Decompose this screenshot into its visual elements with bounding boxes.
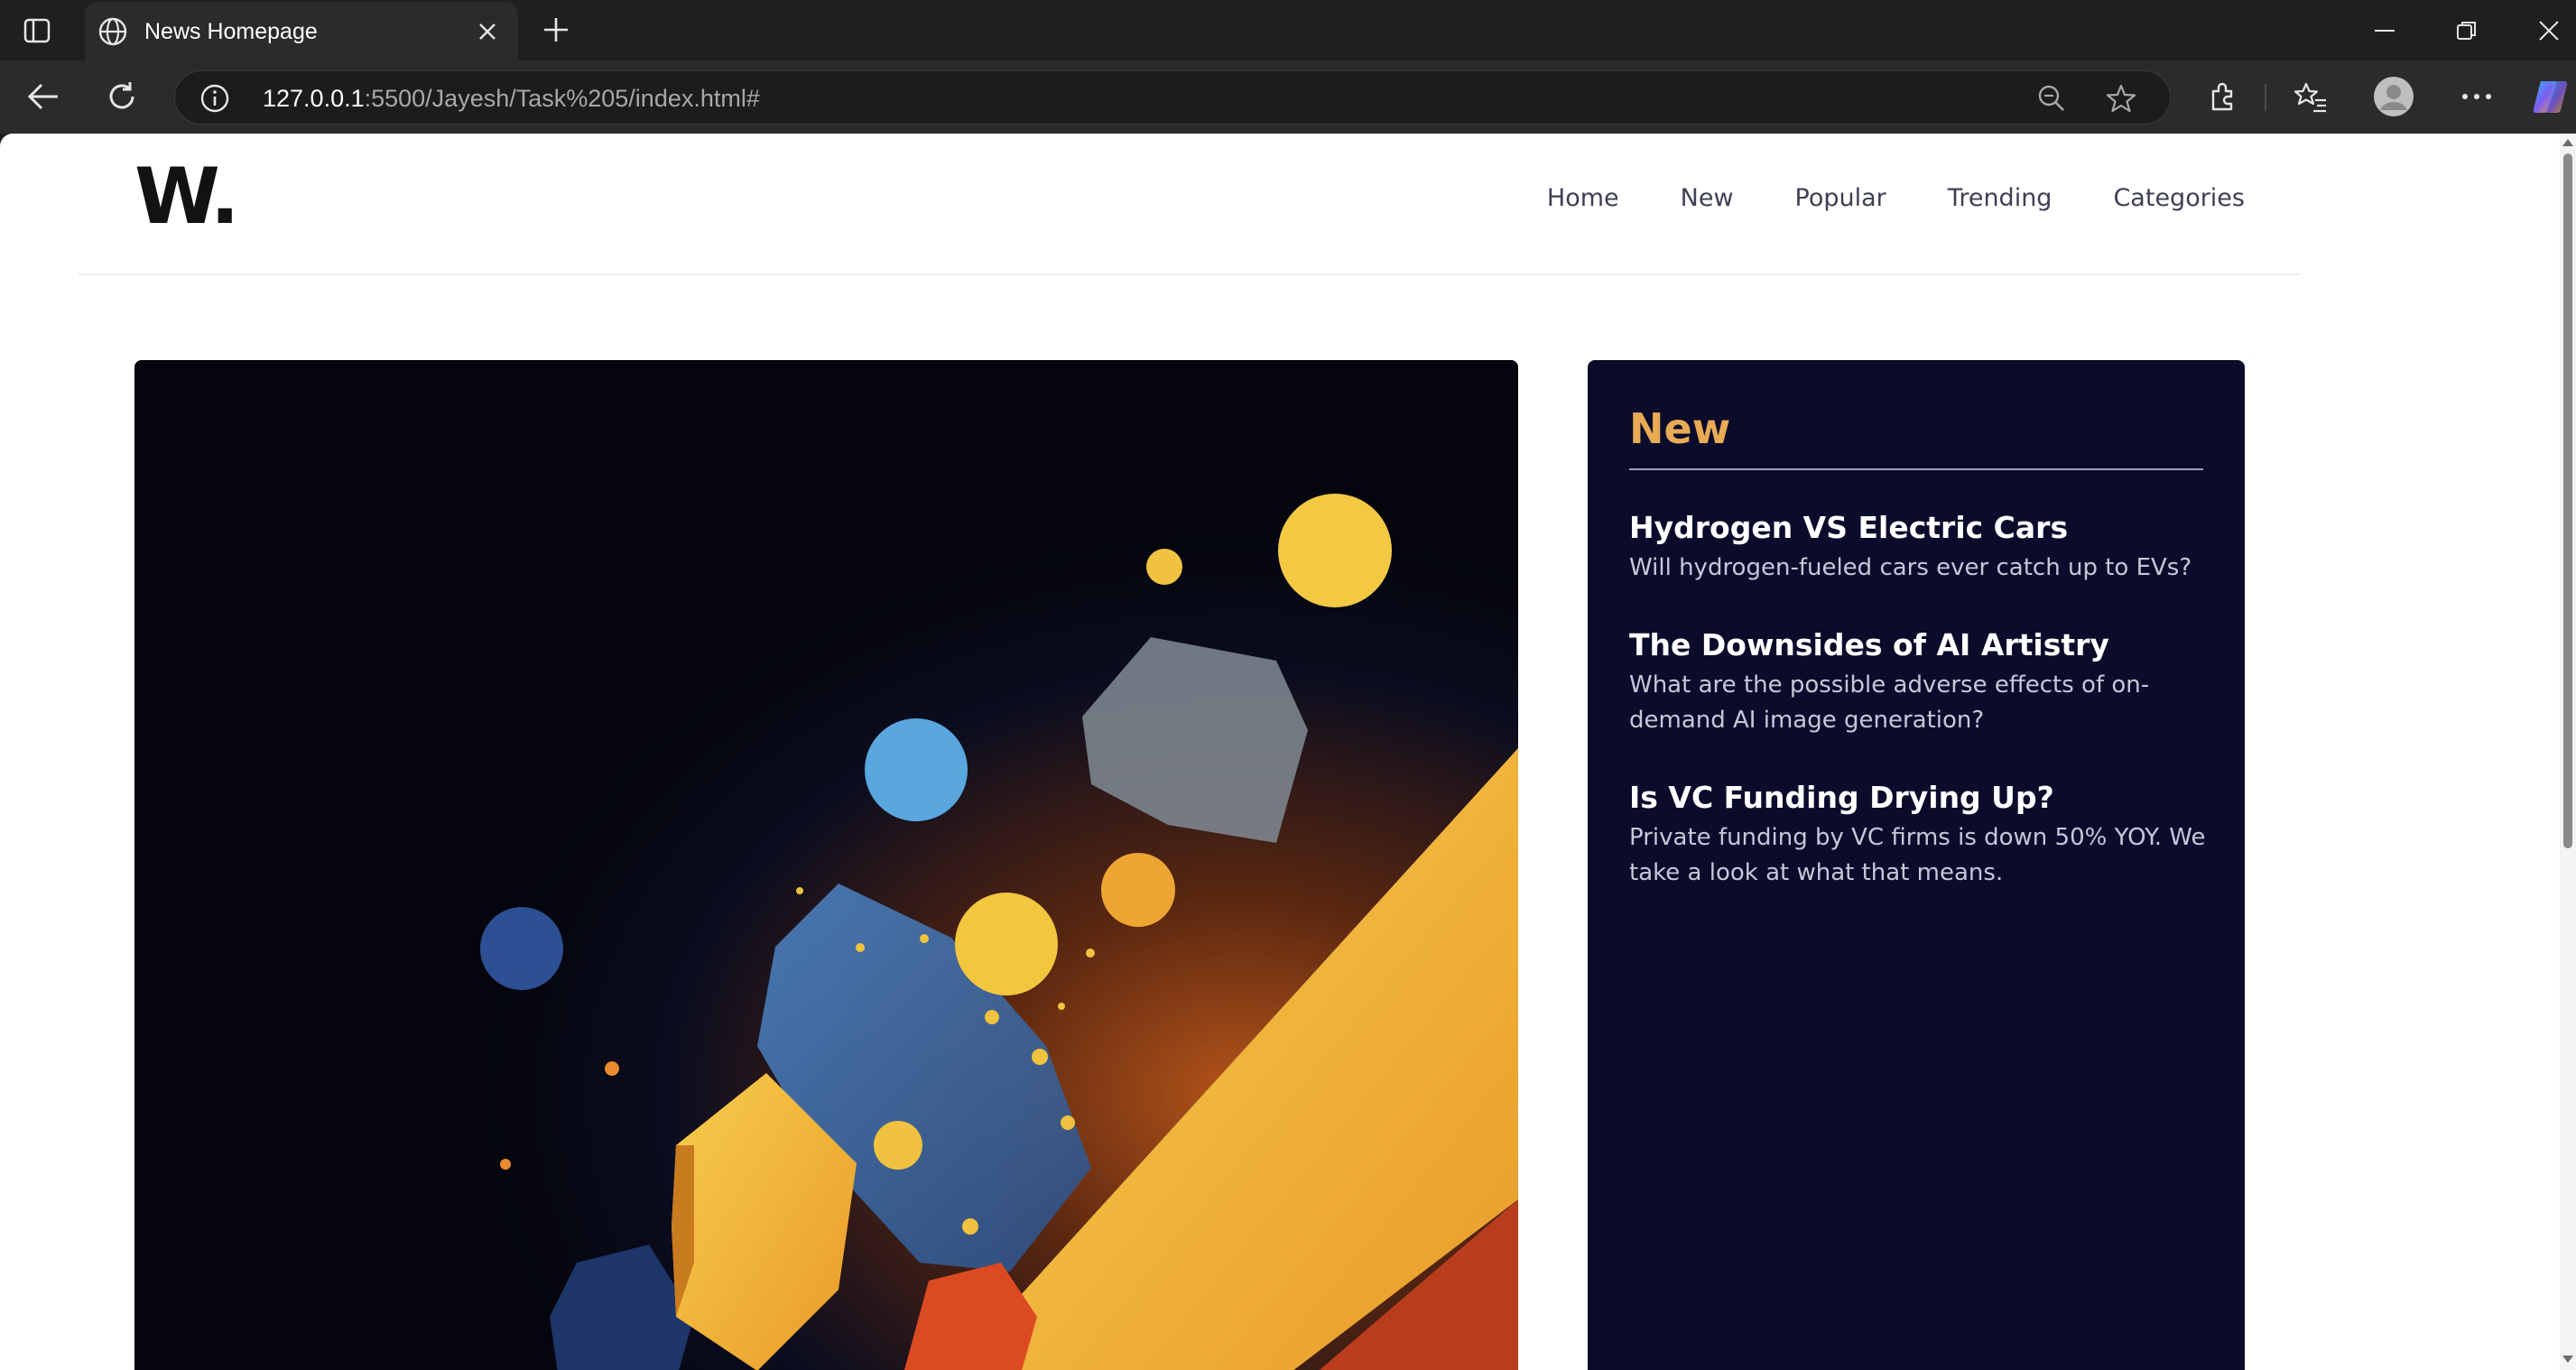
new-article-title[interactable]: Is VC Funding Drying Up? (1629, 780, 2207, 816)
reload-icon[interactable] (97, 71, 147, 122)
page-viewport: W. Home New Popular Trending Categories (0, 134, 2576, 1370)
new-article-description: Private funding by VC firms is down 50% … (1629, 824, 2206, 886)
nav-categories[interactable]: Categories (2113, 184, 2245, 212)
profile-avatar-icon[interactable] (2368, 71, 2419, 122)
new-article-item[interactable]: Hydrogen VS Electric Cars Will hydrogen-… (1629, 510, 2207, 586)
site-info-icon[interactable] (199, 82, 231, 115)
extensions-icon[interactable] (2197, 71, 2247, 122)
nav-home[interactable]: Home (1547, 184, 1619, 212)
nav-popular[interactable]: Popular (1795, 184, 1886, 212)
scroll-up-arrow-icon[interactable] (2562, 139, 2573, 146)
nav-trending[interactable]: Trending (1948, 184, 2052, 212)
tab-title: News Homepage (144, 19, 318, 44)
new-article-description: Will hydrogen-fueled cars ever catch up … (1629, 554, 2192, 581)
new-tab-plus-icon[interactable] (538, 14, 574, 46)
browser-tab-active[interactable]: News Homepage (85, 2, 518, 60)
main-nav: Home New Popular Trending Categories (1486, 184, 2245, 212)
scrollbar-thumb[interactable] (2563, 153, 2572, 848)
new-panel-divider (1629, 468, 2203, 470)
new-article-item[interactable]: The Downsides of AI Artistry What are th… (1629, 627, 2207, 738)
toolbar-divider (2265, 84, 2266, 111)
back-arrow-icon[interactable] (18, 71, 69, 122)
address-bar[interactable]: 127.0.0.1:5500/Jayesh/Task%205/index.htm… (174, 70, 2171, 125)
new-article-item[interactable]: Is VC Funding Drying Up? Private funding… (1629, 780, 2207, 891)
url-host: 127.0.0.1 (263, 85, 365, 112)
nav-new[interactable]: New (1681, 184, 1734, 212)
hero-image (134, 360, 1518, 1370)
favorites-icon[interactable] (2285, 71, 2336, 122)
restore-icon[interactable] (2440, 11, 2494, 51)
new-article-title[interactable]: Hydrogen VS Electric Cars (1629, 510, 2207, 546)
address-url[interactable]: 127.0.0.1:5500/Jayesh/Task%205/index.htm… (263, 85, 760, 113)
browser-toolbar: 127.0.0.1:5500/Jayesh/Task%205/index.htm… (0, 60, 2576, 134)
url-path: :5500/Jayesh/Task%205/index.html# (364, 85, 760, 112)
close-window-icon[interactable] (2522, 11, 2576, 51)
close-tab-icon[interactable] (473, 17, 502, 46)
browser-tab-strip: News Homepage (0, 0, 2576, 60)
globe-icon (94, 15, 132, 48)
new-article-title[interactable]: The Downsides of AI Artistry (1629, 627, 2207, 663)
zoom-out-icon[interactable] (2034, 81, 2069, 116)
favorite-star-icon[interactable] (2103, 80, 2139, 116)
minimize-icon[interactable] (2358, 11, 2412, 51)
copilot-icon[interactable] (2525, 71, 2576, 122)
new-panel-heading: New (1629, 404, 1731, 453)
page-scrollbar[interactable] (2560, 134, 2576, 1370)
site-header: W. Home New Popular Trending Categories (79, 134, 2301, 275)
scroll-down-arrow-icon[interactable] (2562, 1356, 2573, 1363)
new-articles-panel: New Hydrogen VS Electric Cars Will hydro… (1588, 360, 2245, 1370)
new-article-description: What are the possible adverse effects of… (1629, 671, 2150, 734)
more-options-icon[interactable] (2451, 71, 2502, 122)
tab-actions-icon[interactable] (16, 15, 58, 46)
site-logo[interactable]: W. (134, 158, 240, 236)
